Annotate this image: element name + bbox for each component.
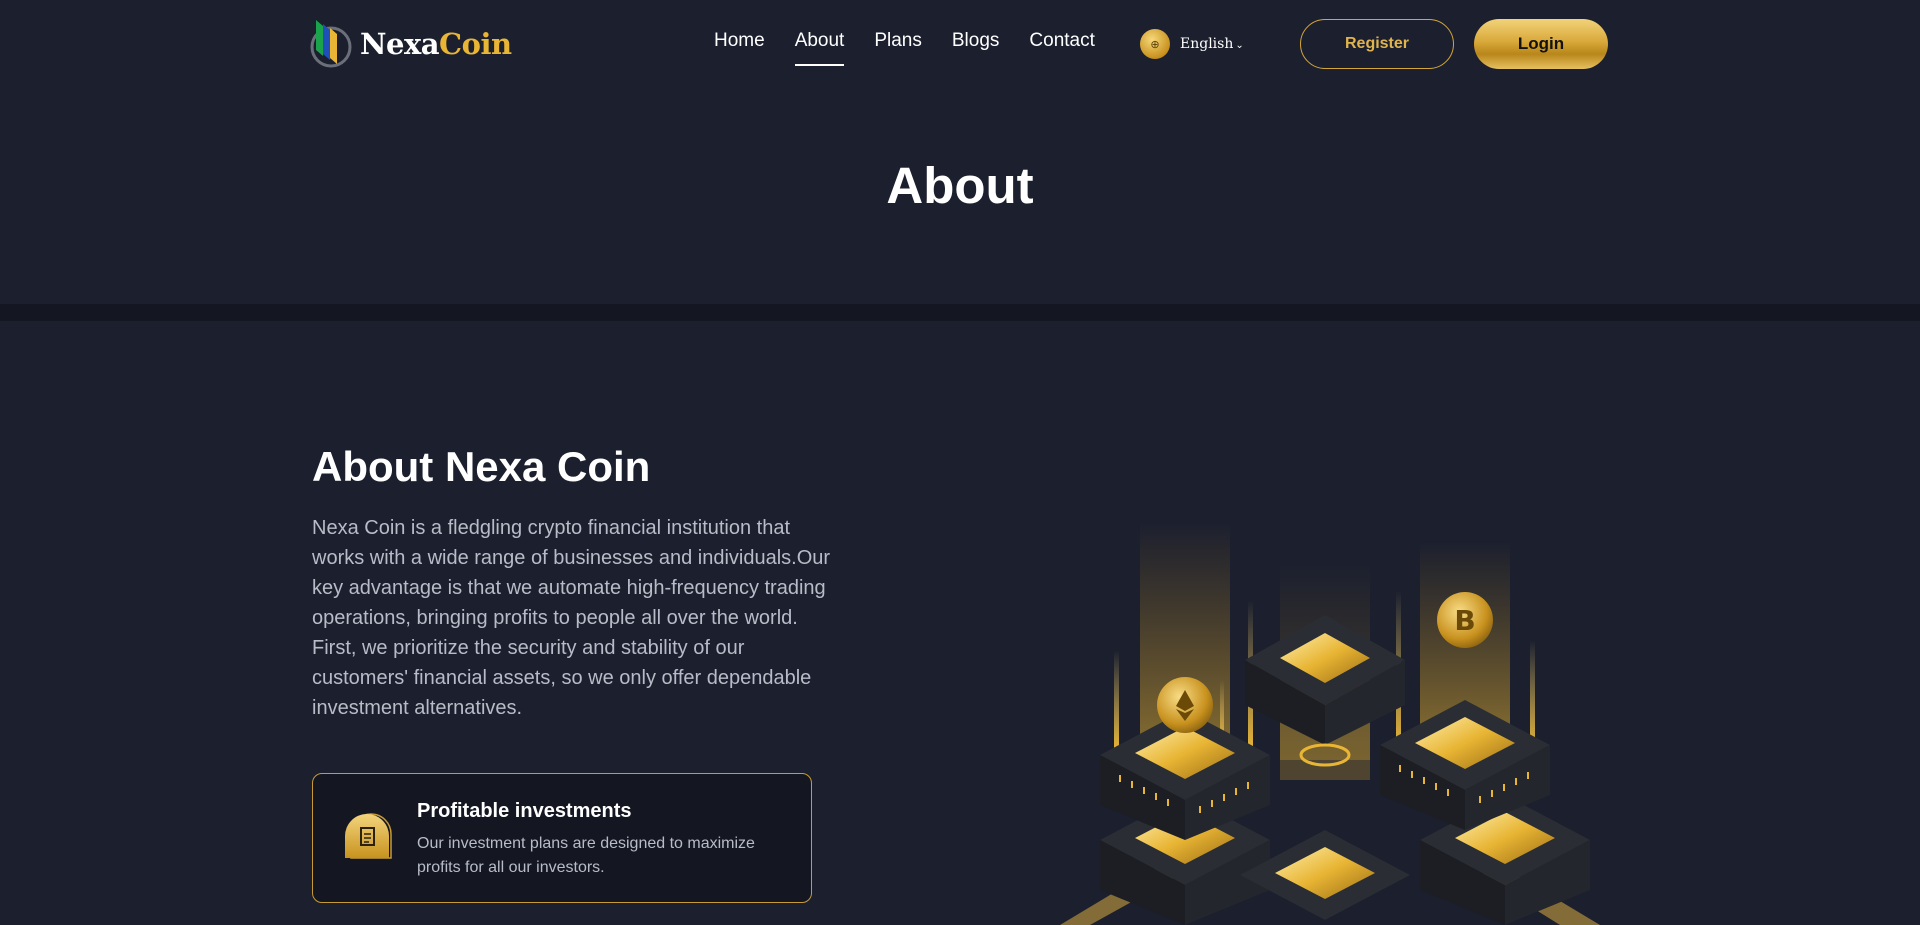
brand-name-part1: Nexa <box>360 27 440 61</box>
globe-icon: ⊕ <box>1140 29 1170 59</box>
crypto-mining-illustration: B <box>1040 520 1660 925</box>
login-button[interactable]: Login <box>1474 19 1608 69</box>
feature-title: Profitable investments <box>417 800 632 822</box>
main-nav: Home About Plans Blogs Contact <box>714 30 1125 66</box>
nav-blogs[interactable]: Blogs <box>952 30 1000 66</box>
feature-card: Profitable investments Our investment pl… <box>312 773 812 903</box>
nav-home[interactable]: Home <box>714 30 765 66</box>
register-button[interactable]: Register <box>1300 19 1454 69</box>
language-value: English <box>1180 36 1234 52</box>
site-header: NexaCoin Home About Plans Blogs Contact … <box>0 0 1920 86</box>
ethereum-coin-icon <box>1157 677 1213 733</box>
about-heading: About Nexa Coin <box>312 443 651 490</box>
logo-mark-icon <box>310 18 358 70</box>
nav-about[interactable]: About <box>794 30 844 66</box>
chevron-down-icon: ⌄ <box>1235 40 1244 51</box>
brand-logo[interactable]: NexaCoin <box>310 18 512 70</box>
svg-text:B: B <box>1454 604 1475 637</box>
bitcoin-coin-icon: B <box>1437 592 1493 648</box>
page-title: About <box>886 157 1034 214</box>
about-description: Nexa Coin is a fledgling crypto financia… <box>312 517 831 719</box>
document-icon <box>343 812 399 860</box>
feature-description: Our investment plans are designed to max… <box>417 835 755 876</box>
language-label[interactable]: English ⌄ <box>1180 36 1244 52</box>
brand-name-part2: Coin <box>439 27 512 61</box>
language-selector[interactable]: ⊕ English ⌄ <box>1140 29 1244 59</box>
section-divider <box>0 304 1920 321</box>
nav-plans[interactable]: Plans <box>874 30 922 66</box>
nav-contact[interactable]: Contact <box>1029 30 1094 66</box>
brand-name: NexaCoin <box>360 27 512 61</box>
